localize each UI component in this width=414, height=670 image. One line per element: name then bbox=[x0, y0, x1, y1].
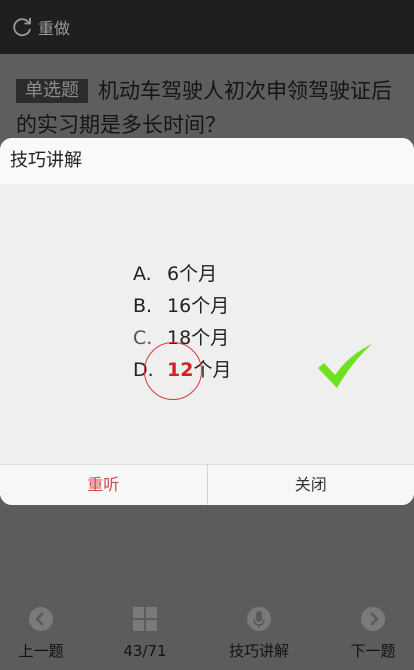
answer-highlight-circle bbox=[144, 342, 202, 400]
tips-dialog: 技巧讲解 A. 6个月 B. 16个月 C. 18个月 D. 12个月 重听 关… bbox=[0, 138, 414, 505]
tips-button[interactable]: 技巧讲解 bbox=[222, 606, 296, 662]
option-b: B. 16个月 bbox=[133, 290, 232, 322]
option-unit: 个月 bbox=[191, 295, 230, 317]
option-value: 16 bbox=[167, 295, 192, 317]
option-a: A. 6个月 bbox=[133, 258, 232, 290]
chevron-left-icon bbox=[29, 607, 53, 631]
option-unit: 个月 bbox=[179, 263, 218, 285]
check-icon bbox=[318, 344, 372, 388]
next-label: 下一题 bbox=[350, 642, 396, 660]
question-text-block: 单选题 机动车驾驶人初次申领驾驶证后的实习期是多长时间？ bbox=[16, 74, 400, 142]
question-index-button[interactable]: 43/71 bbox=[118, 606, 172, 662]
prev-question-button[interactable]: 上一题 bbox=[14, 606, 68, 662]
close-button[interactable]: 关闭 bbox=[208, 465, 414, 505]
option-letter: B. bbox=[133, 295, 153, 317]
dialog-footer: 重听 关闭 bbox=[0, 464, 414, 505]
dialog-title: 技巧讲解 bbox=[0, 138, 414, 184]
chevron-right-icon bbox=[361, 607, 385, 631]
replay-button[interactable]: 重听 bbox=[0, 465, 208, 505]
microphone-icon bbox=[247, 607, 271, 631]
option-letter: A. bbox=[133, 263, 152, 285]
option-value: 6 bbox=[167, 263, 180, 285]
grid-icon bbox=[133, 607, 157, 631]
prev-label: 上一题 bbox=[18, 642, 64, 660]
next-question-button[interactable]: 下一题 bbox=[346, 606, 400, 662]
question-type-badge: 单选题 bbox=[16, 79, 88, 103]
tips-label: 技巧讲解 bbox=[228, 642, 289, 660]
refresh-icon bbox=[13, 18, 31, 37]
redo-button[interactable]: 重做 bbox=[10, 15, 70, 39]
top-bar: 重做 bbox=[0, 0, 414, 54]
bottom-nav: 上一题 43/71 技巧讲解 下一题 bbox=[0, 600, 414, 670]
option-unit: 个月 bbox=[191, 327, 230, 349]
progress-counter: 43/71 bbox=[123, 642, 167, 660]
redo-label: 重做 bbox=[38, 19, 71, 38]
